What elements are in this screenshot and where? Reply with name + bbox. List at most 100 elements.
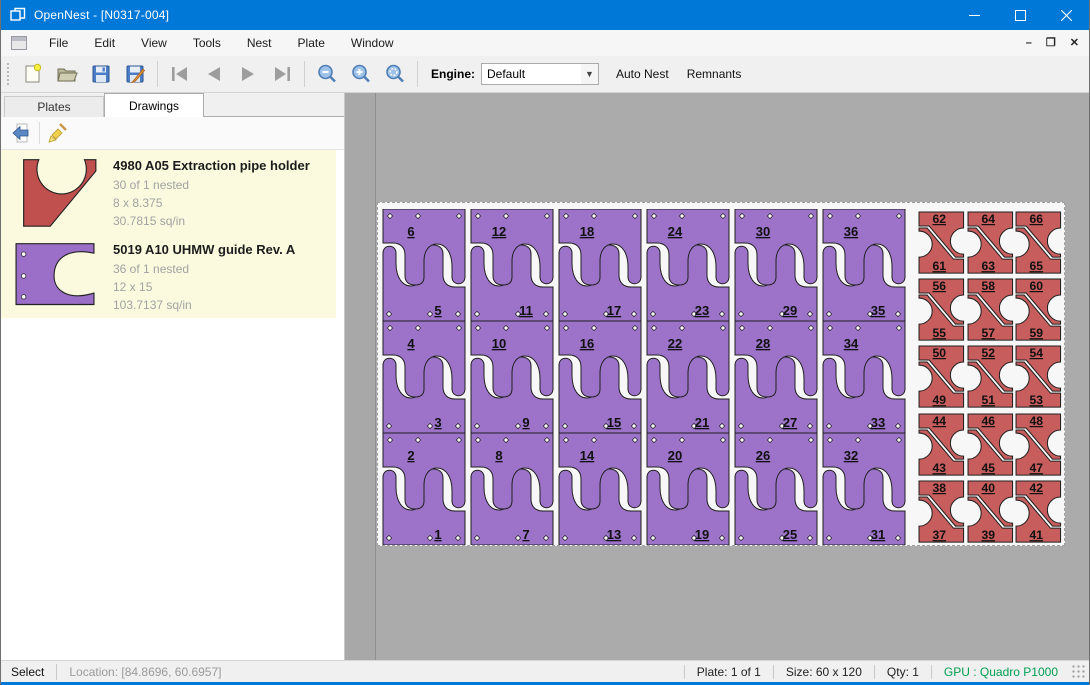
svg-text:52: 52 xyxy=(981,346,995,360)
clean-broom-button[interactable] xyxy=(44,120,72,146)
resize-grip[interactable] xyxy=(1072,665,1086,679)
nested-pair-red[interactable]: 42 41 xyxy=(1014,478,1063,545)
mdi-child-icon[interactable] xyxy=(11,36,27,50)
save-button[interactable] xyxy=(84,60,118,88)
nested-pair-purple[interactable]: 8 7 xyxy=(468,433,556,545)
nested-pair-purple[interactable]: 30 29 xyxy=(732,209,820,321)
nested-pair-red[interactable]: 58 57 xyxy=(966,276,1015,343)
menu-edit[interactable]: Edit xyxy=(81,31,128,55)
svg-text:10: 10 xyxy=(492,336,506,351)
open-folder-button[interactable] xyxy=(50,60,84,88)
close-button[interactable] xyxy=(1043,0,1089,30)
nested-pair-red[interactable]: 40 39 xyxy=(966,478,1015,545)
nested-pair-red[interactable]: 50 49 xyxy=(917,343,966,410)
nested-pair-purple[interactable]: 28 27 xyxy=(732,321,820,433)
nested-pair-purple[interactable]: 36 35 xyxy=(820,209,908,321)
status-plate: Plate: 1 of 1 xyxy=(684,665,773,679)
nested-pair-purple[interactable]: 6 5 xyxy=(380,209,468,321)
nested-pair-red[interactable]: 54 53 xyxy=(1014,343,1063,410)
purple-parts-grid: 6 5 12 11 18 17 24 23 30 29 xyxy=(380,209,908,545)
menu-window[interactable]: Window xyxy=(338,31,407,55)
nested-pair-red[interactable]: 48 47 xyxy=(1014,411,1063,478)
menu-file[interactable]: File xyxy=(36,31,81,55)
go-last-button[interactable] xyxy=(265,60,299,88)
svg-text:61: 61 xyxy=(933,259,947,273)
nested-pair-purple[interactable]: 32 31 xyxy=(820,433,908,545)
svg-text:29: 29 xyxy=(783,303,797,318)
menu-plate[interactable]: Plate xyxy=(285,31,338,55)
nested-pair-purple[interactable]: 26 25 xyxy=(732,433,820,545)
remnants-button[interactable]: Remnants xyxy=(678,61,751,87)
svg-text:62: 62 xyxy=(933,212,947,226)
go-next-button[interactable] xyxy=(231,60,265,88)
nested-pair-purple[interactable]: 24 23 xyxy=(644,209,732,321)
nested-pair-red[interactable]: 60 59 xyxy=(1014,276,1063,343)
mdi-minimize-icon[interactable]: – xyxy=(1026,38,1032,49)
zoom-out-button[interactable] xyxy=(310,60,344,88)
nested-pair-red[interactable]: 38 37 xyxy=(917,478,966,545)
open-folder-icon xyxy=(56,63,78,85)
nested-pair-red[interactable]: 56 55 xyxy=(917,276,966,343)
svg-text:51: 51 xyxy=(981,394,995,408)
status-bar: Select Location: [84.8696, 60.6957] Plat… xyxy=(1,660,1089,685)
main-toolbar: Engine: Default ▼ Auto Nest Remnants xyxy=(1,56,1089,93)
nested-pair-purple[interactable]: 34 33 xyxy=(820,321,908,433)
auto-nest-button[interactable]: Auto Nest xyxy=(607,61,678,87)
svg-text:22: 22 xyxy=(668,336,682,351)
tab-plates[interactable]: Plates xyxy=(4,96,104,117)
nested-pair-red[interactable]: 62 61 xyxy=(917,209,966,276)
svg-text:36: 36 xyxy=(844,224,858,239)
nested-pair-red[interactable]: 44 43 xyxy=(917,411,966,478)
nested-pair-red[interactable]: 66 65 xyxy=(1014,209,1063,276)
zoom-in-button[interactable] xyxy=(344,60,378,88)
zoom-fit-icon xyxy=(384,63,406,85)
svg-text:53: 53 xyxy=(1030,394,1044,408)
svg-text:33: 33 xyxy=(871,415,885,430)
svg-text:64: 64 xyxy=(981,212,995,226)
minimize-button[interactable] xyxy=(951,0,997,30)
zoom-fit-button[interactable] xyxy=(378,60,412,88)
app-icon xyxy=(10,7,26,23)
back-arrow-button[interactable] xyxy=(7,120,35,146)
nested-pair-red[interactable]: 64 63 xyxy=(966,209,1015,276)
menu-view[interactable]: View xyxy=(128,31,180,55)
nested-pair-purple[interactable]: 14 13 xyxy=(556,433,644,545)
menu-nest[interactable]: Nest xyxy=(234,31,285,55)
nested-pair-purple[interactable]: 12 11 xyxy=(468,209,556,321)
nested-pair-purple[interactable]: 18 17 xyxy=(556,209,644,321)
svg-text:59: 59 xyxy=(1030,326,1044,340)
svg-text:56: 56 xyxy=(933,279,947,293)
drawing-item[interactable]: 5019 A10 UHMW guide Rev. A 36 of 1 neste… xyxy=(1,234,336,318)
engine-combobox[interactable]: Default ▼ xyxy=(481,63,599,85)
menu-tools[interactable]: Tools xyxy=(180,31,234,55)
nested-pair-red[interactable]: 46 45 xyxy=(966,411,1015,478)
toolbar-grip[interactable] xyxy=(6,62,10,86)
svg-text:18: 18 xyxy=(580,224,594,239)
nest-canvas[interactable]: 6 5 12 11 18 17 24 23 30 29 xyxy=(375,93,1089,660)
maximize-button[interactable] xyxy=(997,0,1043,30)
go-first-button[interactable] xyxy=(163,60,197,88)
go-previous-button[interactable] xyxy=(197,60,231,88)
mdi-close-icon[interactable]: ✕ xyxy=(1070,38,1079,49)
nested-pair-purple[interactable]: 2 1 xyxy=(380,433,468,545)
mdi-restore-icon[interactable]: ❐ xyxy=(1046,38,1056,49)
svg-text:26: 26 xyxy=(756,448,770,463)
nested-pair-purple[interactable]: 22 21 xyxy=(644,321,732,433)
svg-text:9: 9 xyxy=(522,415,529,430)
tab-drawings[interactable]: Drawings xyxy=(104,93,204,117)
nested-pair-purple[interactable]: 10 9 xyxy=(468,321,556,433)
part-thumbnail-red xyxy=(9,156,101,228)
drawing-item[interactable]: 4980 A05 Extraction pipe holder 30 of 1 … xyxy=(1,150,336,234)
svg-text:60: 60 xyxy=(1030,279,1044,293)
nested-pair-purple[interactable]: 20 19 xyxy=(644,433,732,545)
broom-icon xyxy=(47,122,69,144)
chevron-down-icon[interactable]: ▼ xyxy=(581,64,598,84)
plate-sheet[interactable]: 6 5 12 11 18 17 24 23 30 29 xyxy=(377,202,1065,546)
nested-pair-purple[interactable]: 4 3 xyxy=(380,321,468,433)
new-file-button[interactable] xyxy=(16,60,50,88)
status-mode: Select xyxy=(1,665,56,679)
go-first-icon xyxy=(169,63,191,85)
save-as-button[interactable] xyxy=(118,60,152,88)
nested-pair-purple[interactable]: 16 15 xyxy=(556,321,644,433)
nested-pair-red[interactable]: 52 51 xyxy=(966,343,1015,410)
